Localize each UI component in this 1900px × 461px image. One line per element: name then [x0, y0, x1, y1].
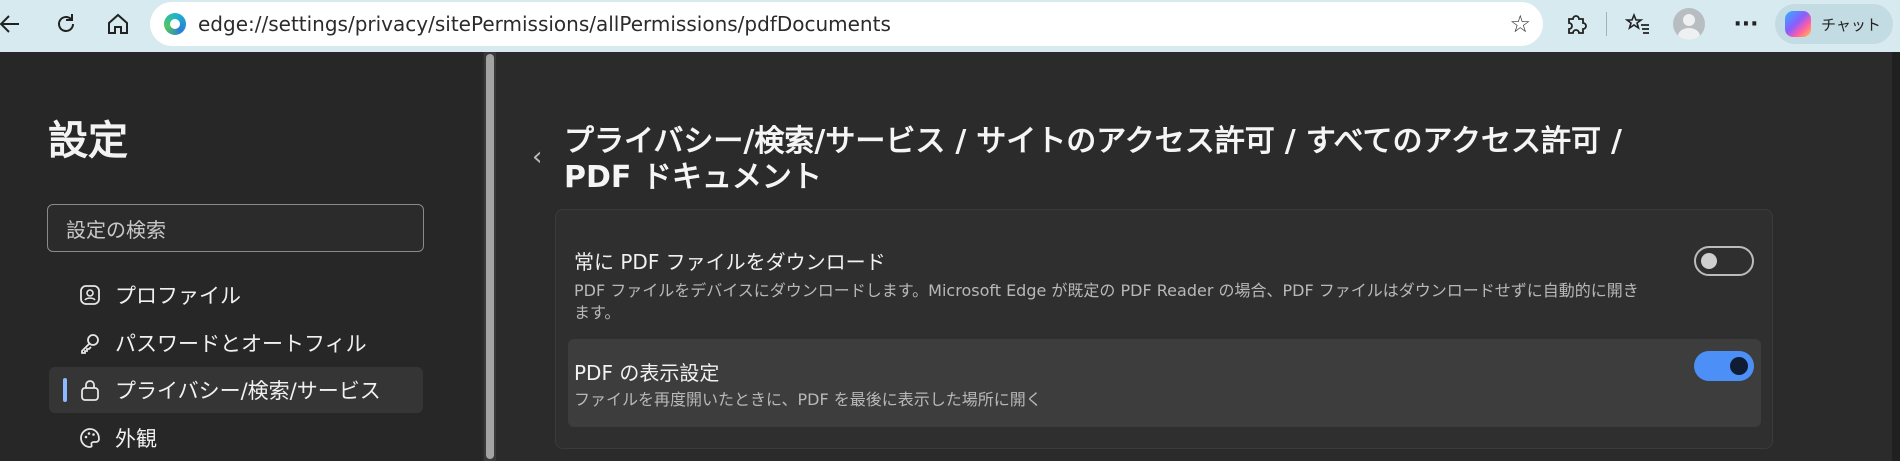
chevron-left-icon[interactable]: ‹: [532, 142, 542, 172]
key-icon: [77, 330, 103, 356]
sidebar-item-label: プロファイル: [115, 284, 241, 308]
puzzle-icon[interactable]: [1560, 8, 1592, 40]
back-arrow-icon[interactable]: [0, 8, 26, 40]
profile-icon: [77, 282, 103, 308]
setting-description: PDF ファイルをデバイスにダウンロードします。Microsoft Edge が…: [574, 281, 1639, 322]
refresh-icon[interactable]: [50, 8, 82, 40]
sidebar-item-label: プライバシー/検索/サービス: [115, 379, 381, 403]
breadcrumb-item[interactable]: プライバシー/検索/サービス: [564, 124, 945, 159]
setting-row-pdf-view: PDF の表示設定 ファイルを再度開いたときに、PDF を最後に表示した場所に開…: [568, 339, 1761, 427]
favorites-list-icon[interactable]: [1622, 8, 1654, 40]
avatar[interactable]: [1673, 8, 1705, 40]
breadcrumb: プライバシー/検索/サービス / サイトのアクセス許可 / すべてのアクセス許可 / PDF…: [564, 124, 1714, 196]
search-input[interactable]: 設定の検索: [47, 204, 424, 252]
home-icon[interactable]: [102, 8, 134, 40]
sidebar-scrollbar[interactable]: [484, 52, 496, 461]
breadcrumb-current: PDF ドキュメント: [564, 160, 822, 195]
address-url[interactable]: edge://settings/privacy/sitePermissions/…: [198, 12, 891, 36]
settings-card: 常に PDF ファイルをダウンロード PDF ファイルをデバイスにダウンロードし…: [555, 209, 1773, 449]
breadcrumb-item[interactable]: サイトのアクセス許可: [976, 124, 1275, 159]
copilot-label: チャット: [1821, 15, 1881, 34]
sidebar-item-profile[interactable]: プロファイル: [49, 272, 423, 318]
page-title: 設定: [48, 118, 128, 164]
lock-icon: [77, 377, 103, 403]
copilot-icon: [1785, 11, 1811, 37]
setting-row-always-download: 常に PDF ファイルをダウンロード PDF ファイルをデバイスにダウンロードし…: [568, 218, 1761, 328]
sidebar-item-privacy[interactable]: プライバシー/検索/サービス: [49, 367, 423, 413]
address-bar[interactable]: edge://settings/privacy/sitePermissions/…: [150, 2, 1543, 46]
active-indicator: [63, 378, 67, 402]
search-placeholder: 設定の検索: [66, 217, 166, 242]
breadcrumb-separator: /: [1284, 124, 1296, 159]
browser-toolbar: edge://settings/privacy/sitePermissions/…: [0, 0, 1900, 48]
palette-icon: [77, 425, 103, 451]
star-icon[interactable]: ☆: [1509, 10, 1531, 38]
setting-description: ファイルを再度開いたときに、PDF を最後に表示した場所に開く: [574, 390, 1042, 409]
sidebar-item-label: パスワードとオートフィル: [115, 332, 367, 356]
page-scrollbar[interactable]: [1892, 52, 1900, 461]
breadcrumb-separator: /: [955, 124, 967, 159]
settings-main: ‹ プライバシー/検索/サービス / サイトのアクセス許可 / すべてのアクセス許可 / P…: [500, 52, 1892, 461]
sidebar-item-appearance[interactable]: 外観: [49, 415, 423, 461]
setting-title: PDF の表示設定: [574, 361, 720, 385]
scrollbar-thumb[interactable]: [486, 54, 494, 459]
settings-sidebar: 設定 設定の検索 プロファイル パスワードとオートフィル プライバシー/検索/サ…: [0, 52, 482, 461]
settings-page: 設定 設定の検索 プロファイル パスワードとオートフィル プライバシー/検索/サ…: [0, 52, 1900, 461]
copilot-button[interactable]: チャット: [1775, 4, 1893, 44]
edge-logo-icon: [164, 13, 186, 35]
always-download-toggle[interactable]: [1694, 246, 1754, 276]
pdf-view-toggle[interactable]: [1694, 351, 1754, 381]
sidebar-item-label: 外観: [115, 427, 157, 451]
setting-title: 常に PDF ファイルをダウンロード: [574, 250, 886, 274]
ellipsis-icon[interactable]: ···: [1730, 8, 1762, 40]
breadcrumb-item[interactable]: すべてのアクセス許可: [1306, 124, 1601, 159]
toolbar-divider: [1606, 12, 1607, 36]
sidebar-item-passwords[interactable]: パスワードとオートフィル: [49, 320, 423, 366]
breadcrumb-separator: /: [1610, 124, 1622, 159]
